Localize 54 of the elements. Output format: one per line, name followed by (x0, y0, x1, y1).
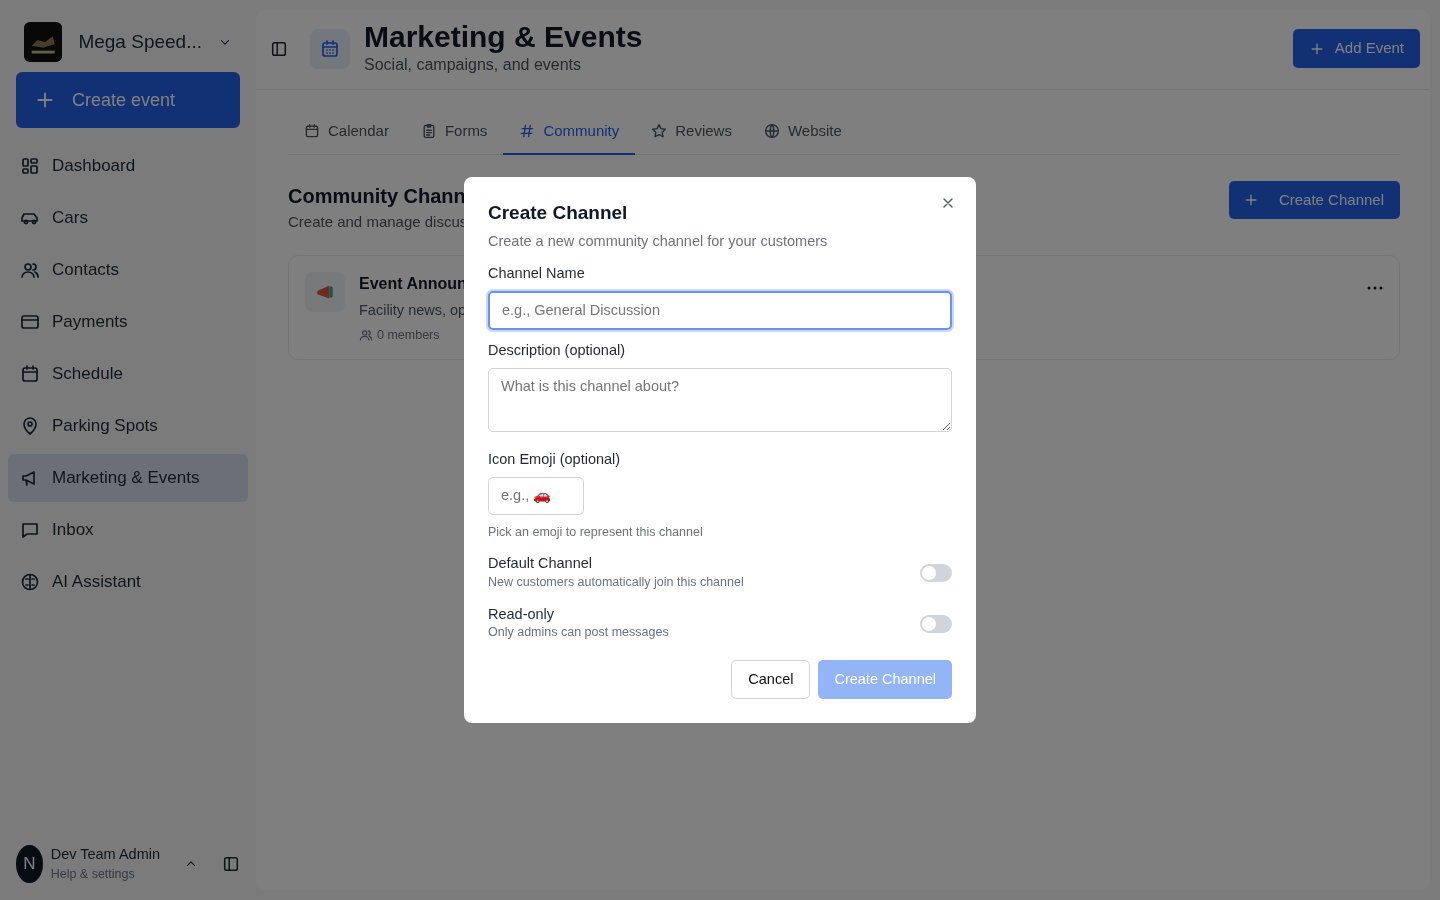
member-count: 0 members (377, 326, 440, 344)
calendar-icon (304, 123, 320, 140)
section-title: Community Chann (288, 183, 467, 209)
map-pin-icon (20, 416, 40, 436)
create-channel-button[interactable]: Create Channel (1228, 180, 1400, 219)
add-event-button[interactable]: Add Event (1292, 29, 1420, 68)
field-label: Description (optional) (488, 341, 626, 361)
dashboard-icon (20, 156, 40, 176)
page-title: Marketing & Events (364, 20, 643, 53)
users-icon (20, 260, 40, 280)
credit-card-icon (20, 312, 40, 332)
toggle-switch[interactable] (920, 564, 952, 583)
toggle-label: Default Channel (488, 555, 593, 573)
star-icon (651, 123, 668, 140)
nav-item[interactable]: Marketing & Events (8, 454, 248, 502)
toggle-label: Read-only (488, 605, 556, 623)
more-icon[interactable] (1367, 286, 1383, 290)
logo-icon (24, 22, 63, 62)
globe-icon (763, 123, 780, 140)
tab[interactable]: Website (747, 110, 858, 155)
field-label: Icon Emoji (optional) (488, 450, 622, 470)
user-name: Dev Team Admin (50, 844, 160, 864)
dialog-title: Create Channel (488, 200, 629, 225)
user-avatar[interactable]: N (16, 844, 43, 883)
calendar-icon (20, 364, 40, 384)
create-event-button[interactable]: Create event (16, 72, 240, 128)
cancel-button[interactable]: Cancel (731, 659, 811, 700)
nav-item[interactable]: Contacts (8, 246, 248, 294)
user-subtitle: Help & settings (50, 866, 136, 884)
description-field[interactable]: What is this channel about? (488, 368, 952, 433)
channel-name-field[interactable]: e.g., General Discussion (488, 290, 952, 331)
users-icon (359, 328, 373, 343)
toggle-description: Only admins can post messages (488, 623, 669, 641)
page-subtitle: Social, campaigns, and events (364, 55, 582, 75)
nav-item[interactable]: Schedule (8, 350, 248, 398)
emoji-field[interactable]: e.g., 🚗 (488, 476, 584, 515)
hash-icon (519, 123, 536, 140)
nav-item[interactable]: Payments (8, 298, 248, 346)
tab[interactable]: Reviews (635, 110, 748, 155)
nav-item[interactable]: Dashboard (8, 142, 248, 190)
nav-item[interactable]: Parking Spots (8, 402, 248, 450)
tab[interactable]: Community (503, 110, 636, 155)
nav-item[interactable]: Inbox (8, 506, 248, 554)
help-text: Pick an emoji to represent this channel (488, 523, 704, 541)
tab[interactable]: Calendar (288, 110, 405, 155)
nav-item[interactable]: Cars (8, 194, 248, 242)
field-label: Channel Name (488, 263, 586, 283)
nav-item[interactable]: AI Assistant (8, 558, 248, 606)
calendar-icon (310, 28, 350, 69)
dialog-subtitle: Create a new community channel for your customers (488, 232, 829, 252)
toggle-switch[interactable] (920, 614, 952, 633)
tab[interactable]: Forms (404, 110, 504, 155)
organization-name[interactable]: Mega Speed... (78, 27, 202, 57)
toggle-description: New customers automatically join this channel (488, 573, 744, 591)
